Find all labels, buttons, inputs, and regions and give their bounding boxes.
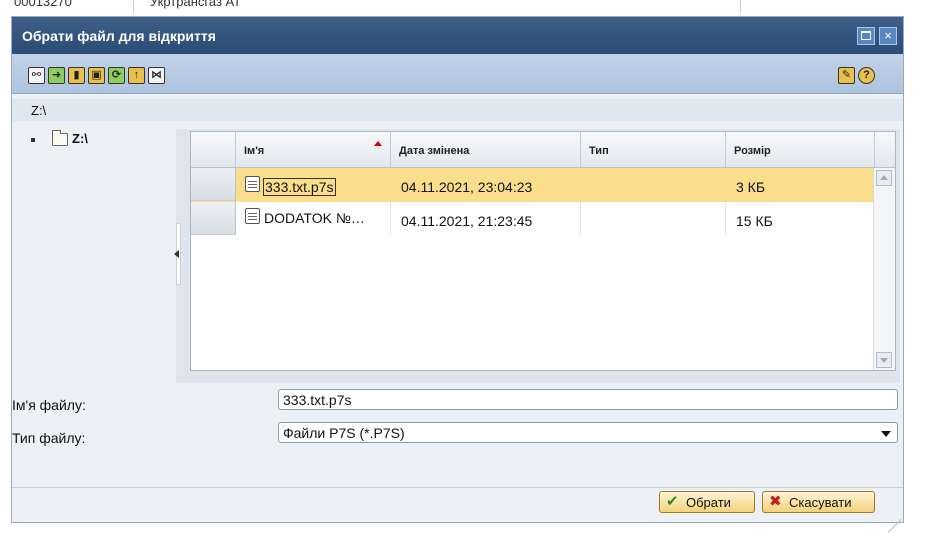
checkmark-icon: ✔ — [666, 493, 679, 510]
cell-type[interactable] — [581, 168, 726, 202]
filename-input[interactable]: 333.txt.p7s — [278, 389, 898, 410]
edit-pencil-icon[interactable]: ✎ — [838, 67, 855, 84]
file-icon — [245, 208, 260, 224]
row-header[interactable] — [191, 168, 236, 201]
ok-button[interactable]: ✔ Обрати — [659, 491, 755, 513]
background-divider — [740, 0, 741, 14]
row-header[interactable] — [191, 202, 236, 235]
collapse-left-icon[interactable] — [174, 250, 179, 258]
file-icon — [245, 176, 260, 192]
delete-icon[interactable]: ▮ — [68, 67, 85, 84]
scroll-up-button[interactable] — [876, 170, 892, 186]
cell-size[interactable]: 15 КБ — [726, 202, 875, 236]
row-header-corner — [191, 132, 236, 167]
copy-to-icon[interactable]: ➜ — [48, 67, 65, 84]
background-divider — [133, 0, 134, 14]
filetype-label: Тип файлу: — [12, 430, 86, 446]
open-file-dialog: Обрати файл для відкриття × ⚯ ➜ ▮ ▣ ⟳ ↑ … — [11, 16, 904, 533]
close-icon: × — [884, 28, 892, 43]
link-icon[interactable]: ⚯ — [28, 67, 45, 84]
background-text: 00013270 — [14, 0, 72, 9]
current-path: Z:\ — [31, 103, 47, 118]
up-folder-icon[interactable]: ↑ — [128, 67, 145, 84]
background-app-strip: 00013270 Укртрансгаз АТ — [0, 0, 931, 16]
help-icon[interactable]: ? — [858, 67, 875, 84]
cell-modified[interactable]: 04.11.2021, 23:04:23 — [391, 168, 581, 202]
tree-bullet — [31, 138, 35, 142]
cell-size[interactable]: 3 КБ — [726, 168, 875, 202]
refresh-icon[interactable]: ⟳ — [108, 67, 125, 84]
chevron-down-icon[interactable] — [881, 431, 891, 437]
table-header: Ім'я Дата змінена Тип Розмір — [191, 132, 895, 168]
resize-grip-icon[interactable] — [887, 506, 902, 533]
column-header-name[interactable]: Ім'я — [236, 132, 391, 167]
cell-modified[interactable]: 04.11.2021, 21:23:45 — [391, 202, 581, 236]
close-button[interactable]: × — [879, 27, 897, 45]
maximize-icon — [861, 31, 871, 40]
cell-name[interactable]: DODATOK №… — [236, 202, 391, 236]
sort-ascending-icon — [374, 141, 382, 146]
new-folder-icon[interactable]: ▣ — [88, 67, 105, 84]
dialog-titlebar[interactable]: Обрати файл для відкриття × — [12, 17, 903, 54]
column-header-size[interactable]: Розмір — [726, 132, 875, 167]
vertical-scrollbar[interactable] — [873, 168, 895, 370]
scroll-down-button[interactable] — [876, 352, 892, 368]
table-row[interactable]: 333.txt.p7s 04.11.2021, 23:04:23 3 КБ — [191, 168, 875, 202]
background-text: Укртрансгаз АТ — [150, 0, 242, 9]
maximize-button[interactable] — [857, 27, 875, 45]
cancel-icon: ✖ — [769, 493, 782, 510]
dialog-title: Обрати файл для відкриття — [22, 28, 216, 44]
expand-icon[interactable]: ⋈ — [148, 67, 165, 84]
filetype-select[interactable]: Файли P7S (*.P7S) — [278, 422, 898, 443]
column-header-modified[interactable]: Дата змінена — [391, 132, 581, 167]
cell-name[interactable]: 333.txt.p7s — [236, 168, 391, 202]
file-list-frame: Ім'я Дата змінена Тип Розмір 333.txt.p7s — [174, 129, 900, 383]
tree-item-root[interactable]: Z:\ — [72, 131, 88, 146]
footer-divider — [12, 487, 903, 488]
cancel-button[interactable]: ✖ Скасувати — [762, 491, 875, 513]
table-row[interactable]: DODATOK №… 04.11.2021, 21:23:45 15 КБ — [191, 202, 875, 236]
dialog-toolbar: ⚯ ➜ ▮ ▣ ⟳ ↑ ⋈ ✎ ? — [12, 54, 903, 94]
file-table: Ім'я Дата змінена Тип Розмір 333.txt.p7s — [190, 131, 896, 371]
filename-label: Ім'я файлу: — [12, 397, 86, 413]
column-header-type[interactable]: Тип — [581, 132, 726, 167]
current-path-bar: Z:\ — [12, 99, 903, 121]
pane-splitter[interactable] — [174, 129, 184, 383]
folder-icon — [52, 130, 68, 146]
cell-type[interactable] — [581, 202, 726, 236]
